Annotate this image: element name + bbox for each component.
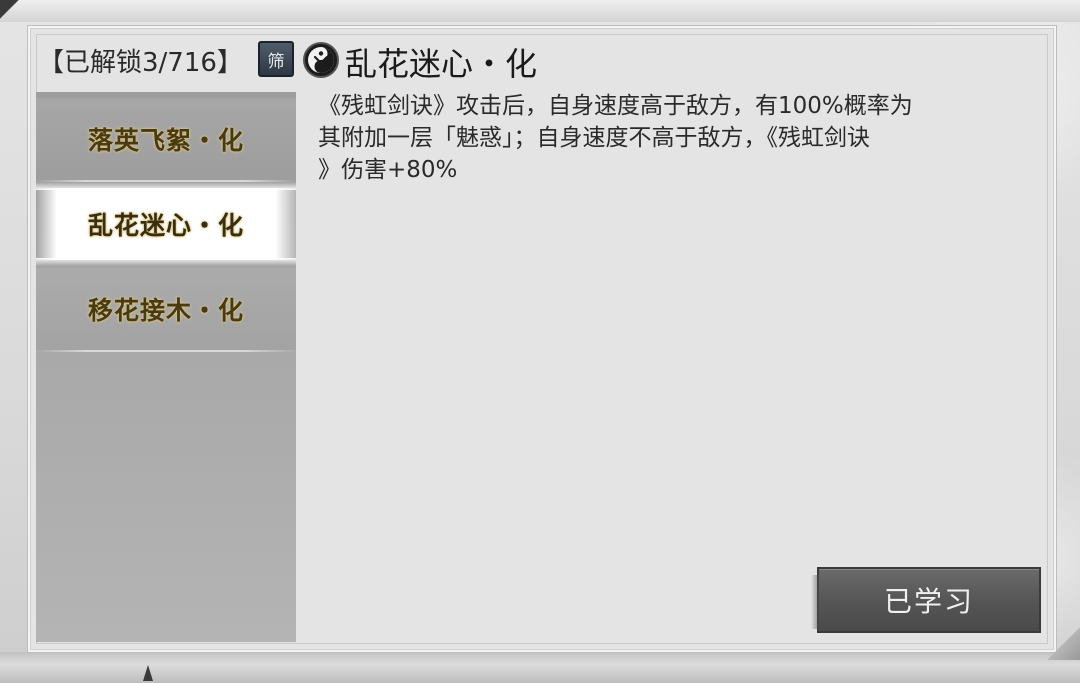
scroll-bottom-edge bbox=[0, 652, 1080, 683]
sidebar-item-luanhua[interactable]: 乱花迷心・化 bbox=[36, 182, 296, 266]
skill-list-sidebar: 落英飞絮・化 乱花迷心・化 移花接木・化 bbox=[36, 92, 296, 642]
description-line: 《残虹剑诀》攻击后，自身速度高于敌方，有100%概率为 bbox=[318, 93, 913, 119]
sidebar-item-luoying[interactable]: 落英飞絮・化 bbox=[36, 98, 296, 180]
description-line: 》伤害+80% bbox=[318, 157, 458, 183]
skill-description: 《残虹剑诀》攻击后，自身速度高于敌方，有100%概率为 其附加一层「魅惑」；自身… bbox=[318, 90, 1008, 186]
description-line: 其附加一层「魅惑」；自身速度不高于敌方，《残虹剑诀 bbox=[318, 125, 870, 151]
sidebar-item-label: 落英飞絮・化 bbox=[87, 126, 244, 155]
corner-ornament-top-left bbox=[0, 0, 30, 30]
scroll-top-edge bbox=[0, 0, 1080, 22]
yin-yang-figure-icon bbox=[303, 42, 339, 78]
scroll-marker bbox=[143, 665, 153, 681]
skill-title: 乱花迷心・化 bbox=[345, 45, 538, 83]
sidebar-item-yihua[interactable]: 移花接木・化 bbox=[36, 268, 296, 350]
divider bbox=[36, 350, 296, 352]
sidebar-item-label: 乱花迷心・化 bbox=[87, 211, 244, 240]
filter-button[interactable]: 筛 bbox=[258, 41, 294, 77]
unlocked-count: 【已解锁3/716】 bbox=[38, 47, 243, 78]
sidebar-item-label: 移花接木・化 bbox=[87, 296, 244, 325]
learned-button[interactable]: 已学习 bbox=[811, 567, 1041, 633]
corner-ornament-bottom-right bbox=[1040, 620, 1080, 660]
